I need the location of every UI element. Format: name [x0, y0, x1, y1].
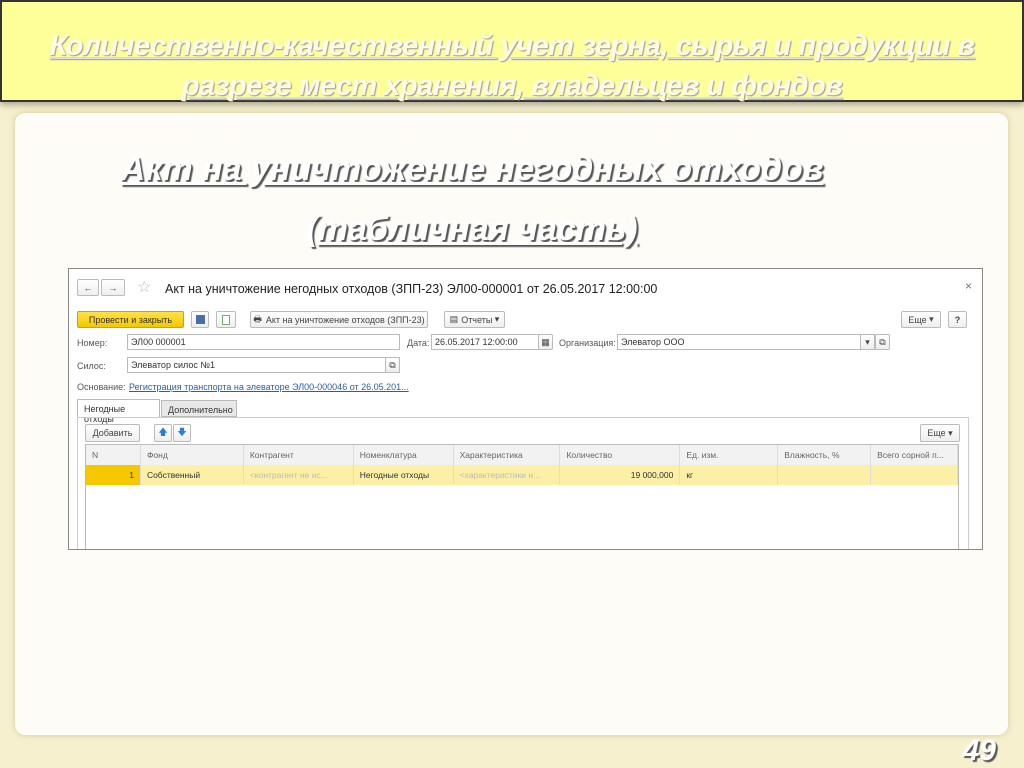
date-label: Дата:: [407, 338, 430, 348]
basis-label: Основание:: [77, 382, 126, 392]
reports-label: Отчеты: [461, 314, 493, 325]
slide-subtitle-2: (табличная часть): [306, 210, 638, 248]
save-icon: [195, 315, 205, 324]
cell-characteristic[interactable]: <характеристики н...: [454, 465, 561, 485]
slide-header: Количественно-качественный учет зерна, с…: [0, 0, 1024, 102]
window-title: Акт на уничтожение негодных отходов (ЗПП…: [165, 282, 658, 296]
column-header[interactable]: Всего сорной п...: [871, 445, 958, 465]
help-button[interactable]: ?: [948, 311, 967, 328]
cell-unit[interactable]: кг: [680, 465, 779, 485]
save-button[interactable]: [191, 311, 209, 328]
tab-additional[interactable]: Дополнительно: [161, 400, 237, 417]
move-down-icon[interactable]: 🡇: [173, 424, 191, 442]
cell-weed-total[interactable]: [871, 465, 958, 485]
date-field[interactable]: 26.05.2017 12:00:00: [431, 334, 541, 350]
number-field[interactable]: ЭЛ00 000001: [127, 334, 400, 350]
column-header[interactable]: Фонд: [141, 445, 244, 465]
close-icon[interactable]: ×: [965, 279, 972, 293]
document-icon: [222, 314, 230, 325]
cell-fund[interactable]: Собственный: [141, 465, 244, 485]
table-row[interactable]: 1 Собственный <контрагент не ис... Негод…: [86, 465, 958, 485]
add-button[interactable]: Добавить: [85, 424, 140, 442]
slide-subtitle: Акт на уничтожение негодных отходов: [120, 150, 824, 188]
open-icon[interactable]: ⧉: [385, 357, 400, 373]
back-button[interactable]: ←: [77, 279, 99, 296]
print-button[interactable]: 🖶 Акт на уничтожение отходов (ЗПП-23): [250, 311, 428, 328]
page-number: 49: [962, 734, 996, 767]
reports-icon: ▤: [449, 314, 459, 324]
calendar-icon[interactable]: ▦: [538, 334, 553, 350]
cell-quantity[interactable]: 19 000,000: [560, 465, 681, 485]
table-more-button[interactable]: Еще ▾: [920, 424, 960, 442]
cell-nomenclature[interactable]: Негодные отходы: [354, 465, 454, 485]
slide-title-line1: Количественно-качественный учет зерна, с…: [49, 30, 975, 62]
more-label: Еще: [908, 314, 927, 325]
document-button[interactable]: [216, 311, 236, 328]
dropdown-icon[interactable]: ▾: [860, 334, 875, 350]
cell-counterparty[interactable]: <контрагент не ис...: [244, 465, 354, 485]
table-header: N Фонд Контрагент Номенклатура Характери…: [86, 445, 958, 465]
cell-moisture[interactable]: [778, 465, 872, 485]
silo-label: Силос:: [77, 361, 106, 371]
move-up-icon[interactable]: 🡅: [154, 424, 172, 442]
open-icon[interactable]: ⧉: [875, 334, 890, 350]
star-icon[interactable]: ☆: [137, 277, 151, 297]
tab-unusable-waste[interactable]: Негодные отходы: [77, 399, 160, 424]
column-header[interactable]: Номенклатура: [354, 445, 454, 465]
items-table: N Фонд Контрагент Номенклатура Характери…: [85, 444, 959, 549]
printer-icon: 🖶: [253, 313, 262, 324]
document-window: ← → ☆ Акт на уничтожение негодных отходо…: [68, 268, 983, 550]
column-header[interactable]: Характеристика: [454, 445, 561, 465]
silo-field[interactable]: Элеватор силос №1: [127, 357, 400, 373]
column-header[interactable]: Влажность, %: [778, 445, 872, 465]
column-header[interactable]: Ед. изм.: [680, 445, 779, 465]
reports-button[interactable]: ▤ Отчеты ▾: [444, 311, 505, 328]
basis-link[interactable]: Регистрация транспорта на элеваторе ЭЛ00…: [129, 382, 409, 392]
post-and-close-button[interactable]: Провести и закрыть: [77, 311, 184, 328]
organization-field[interactable]: Элеватор ООО: [617, 334, 875, 350]
cell-n[interactable]: 1: [86, 465, 141, 485]
column-header[interactable]: Количество: [560, 445, 681, 465]
column-header[interactable]: Контрагент: [244, 445, 354, 465]
slide-title-line2: разрезе мест хранения, владельцев и фонд…: [181, 70, 843, 102]
print-label: Акт на уничтожение отходов (ЗПП-23): [265, 314, 425, 325]
more-button[interactable]: Еще ▾: [901, 311, 941, 328]
forward-button[interactable]: →: [101, 279, 125, 296]
number-label: Номер:: [77, 338, 108, 348]
column-header[interactable]: N: [86, 445, 141, 465]
table-more-label: Еще: [927, 428, 946, 438]
organization-label: Организация:: [559, 338, 616, 348]
